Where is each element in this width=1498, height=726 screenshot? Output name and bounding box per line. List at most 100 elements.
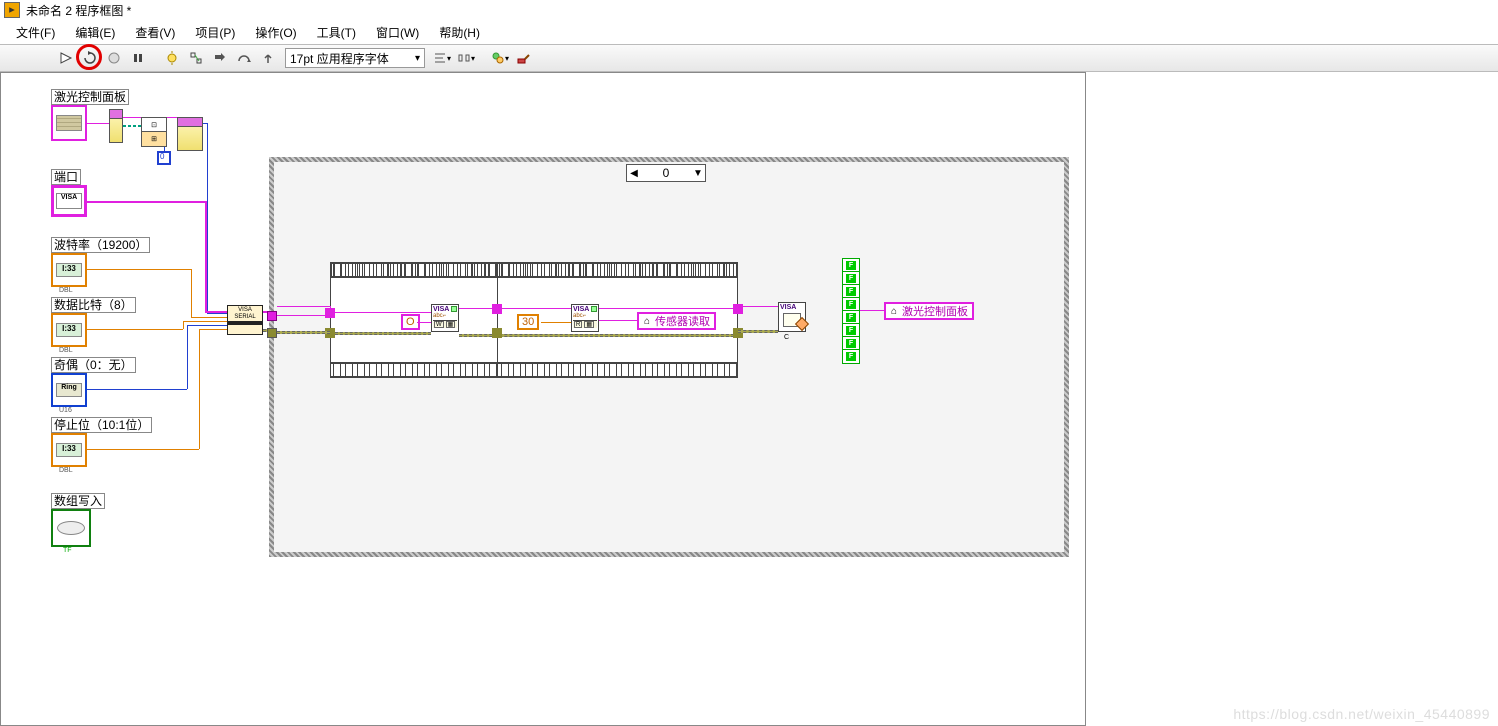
wire bbox=[417, 322, 431, 323]
terminal-stopbits[interactable]: I:33 bbox=[51, 433, 87, 467]
visa-serial-text: VISASERIAL bbox=[228, 307, 262, 321]
wire bbox=[87, 201, 205, 203]
case-selector[interactable]: ◀ 0 ▼ bbox=[626, 164, 706, 182]
terminal-baud[interactable]: I:33 bbox=[51, 253, 87, 287]
toolbar: 17pt 应用程序字体 ▾ ▾ ▾ bbox=[0, 44, 1498, 72]
wire bbox=[199, 329, 200, 449]
wire bbox=[207, 123, 208, 313]
wire bbox=[860, 310, 884, 311]
wire bbox=[330, 306, 331, 316]
wire bbox=[541, 322, 571, 323]
menu-tools[interactable]: 工具(T) bbox=[307, 22, 366, 43]
type-badge-baud: DBL bbox=[59, 287, 73, 294]
terminal-parity[interactable]: Ring bbox=[51, 373, 87, 407]
local-var-sensor-label: 传感器读取 bbox=[655, 313, 710, 329]
type-badge-stopbits: DBL bbox=[59, 467, 73, 474]
house-icon: ⌂ bbox=[641, 315, 653, 327]
wire bbox=[738, 330, 778, 333]
menu-view[interactable]: 查看(V) bbox=[125, 22, 185, 43]
wire bbox=[335, 332, 431, 335]
menu-window[interactable]: 窗口(W) bbox=[366, 22, 429, 43]
while-loop[interactable]: ◀ 0 ▼ O VISA abc⌐ W▦ bbox=[269, 157, 1069, 557]
menu-operate[interactable]: 操作(O) bbox=[245, 22, 306, 43]
menu-edit[interactable]: 编辑(E) bbox=[65, 22, 125, 43]
seq-tunnel bbox=[492, 304, 502, 314]
highlight-button[interactable] bbox=[161, 47, 183, 69]
boolean-array-constant[interactable]: F F F F F F F F bbox=[842, 258, 860, 364]
label-baud: 波特率（19200） bbox=[51, 237, 150, 253]
wire bbox=[205, 201, 207, 313]
case-next-button[interactable]: ▼ bbox=[691, 168, 705, 179]
title-bar: 未命名 2 程序框图 * bbox=[0, 0, 1498, 20]
seq-tunnel bbox=[492, 328, 502, 338]
wire bbox=[183, 321, 184, 329]
wire bbox=[87, 123, 109, 124]
visa-write-node[interactable]: VISA abc⌐ W▦ bbox=[431, 304, 459, 332]
wire bbox=[123, 125, 141, 127]
step-into-button[interactable] bbox=[209, 47, 231, 69]
run-button[interactable] bbox=[55, 47, 77, 69]
type-badge-arraywrite: TF bbox=[63, 547, 72, 554]
terminal-databits[interactable]: I:33 bbox=[51, 313, 87, 347]
wire bbox=[87, 329, 183, 330]
wire bbox=[183, 321, 227, 322]
terminal-laser-panel[interactable] bbox=[51, 105, 87, 141]
numeric-constant-30[interactable]: 30 bbox=[517, 314, 539, 330]
label-laser-panel: 激光控制面板 bbox=[51, 89, 129, 105]
retain-wires-button[interactable] bbox=[185, 47, 207, 69]
visa-close-c: C bbox=[784, 334, 789, 341]
terminal-port[interactable]: VISA bbox=[51, 185, 87, 217]
bundle-node[interactable]: ⊡⊞ bbox=[141, 117, 167, 147]
font-select[interactable]: 17pt 应用程序字体 bbox=[285, 48, 425, 68]
wire bbox=[199, 329, 227, 330]
wire bbox=[277, 331, 330, 334]
visa-read-node[interactable]: VISA abc⌐ R▦ bbox=[571, 304, 599, 332]
wire bbox=[203, 123, 207, 124]
cleanup-button[interactable] bbox=[513, 47, 535, 69]
align-button[interactable]: ▾ bbox=[431, 47, 453, 69]
reorder-button[interactable]: ▾ bbox=[489, 47, 511, 69]
pause-button[interactable] bbox=[127, 47, 149, 69]
property-node-2[interactable] bbox=[177, 117, 203, 151]
local-var-laser-panel[interactable]: ⌂ 激光控制面板 bbox=[884, 302, 974, 320]
wire bbox=[187, 325, 188, 389]
visa-serial-configure-node[interactable]: VISASERIAL bbox=[227, 305, 263, 335]
window-title: 未命名 2 程序框图 * bbox=[26, 2, 131, 19]
local-var-sensor-read[interactable]: ⌂ 传感器读取 bbox=[637, 312, 716, 330]
distribute-button[interactable]: ▾ bbox=[455, 47, 477, 69]
wire bbox=[87, 449, 199, 450]
step-over-button[interactable] bbox=[233, 47, 255, 69]
terminal-baud-text: I:33 bbox=[56, 263, 82, 277]
app-icon bbox=[4, 2, 20, 18]
label-parity: 奇偶（0：无） bbox=[51, 357, 136, 373]
run-continuous-button[interactable] bbox=[79, 47, 101, 69]
wire bbox=[87, 269, 191, 270]
terminal-port-text: VISA bbox=[56, 193, 82, 209]
abort-button[interactable] bbox=[103, 47, 125, 69]
block-diagram-canvas[interactable]: 激光控制面板 端口 VISA 波特率（19200） I:33 DBL 数据比特（… bbox=[0, 72, 1086, 726]
house-icon: ⌂ bbox=[888, 305, 900, 317]
wire bbox=[277, 315, 330, 316]
step-out-button[interactable] bbox=[257, 47, 279, 69]
visa-close-node[interactable]: VISA bbox=[778, 302, 806, 332]
loop-tunnel-visa bbox=[267, 311, 277, 321]
numeric-constant-zero-text: 0 bbox=[160, 152, 164, 161]
flat-sequence[interactable]: O VISA abc⌐ W▦ 30 bbox=[330, 262, 738, 378]
wire bbox=[207, 313, 227, 314]
menu-project[interactable]: 项目(P) bbox=[185, 22, 245, 43]
menu-help[interactable]: 帮助(H) bbox=[429, 22, 490, 43]
menu-file[interactable]: 文件(F) bbox=[6, 22, 65, 43]
wire bbox=[87, 389, 187, 390]
case-value[interactable]: 0 bbox=[641, 166, 691, 180]
wire bbox=[599, 320, 637, 321]
case-prev-button[interactable]: ◀ bbox=[627, 168, 641, 179]
loop-tunnel-error bbox=[267, 328, 277, 338]
label-port: 端口 bbox=[51, 169, 81, 185]
font-select-label: 17pt 应用程序字体 bbox=[290, 50, 389, 67]
property-node-1[interactable] bbox=[109, 109, 123, 143]
local-var-laser-label: 激光控制面板 bbox=[902, 303, 968, 319]
terminal-stopbits-text: I:33 bbox=[56, 443, 82, 457]
type-badge-parity: U16 bbox=[59, 407, 72, 414]
terminal-arraywrite[interactable] bbox=[51, 509, 91, 547]
watermark: https://blog.csdn.net/weixin_45440899 bbox=[1233, 706, 1490, 722]
